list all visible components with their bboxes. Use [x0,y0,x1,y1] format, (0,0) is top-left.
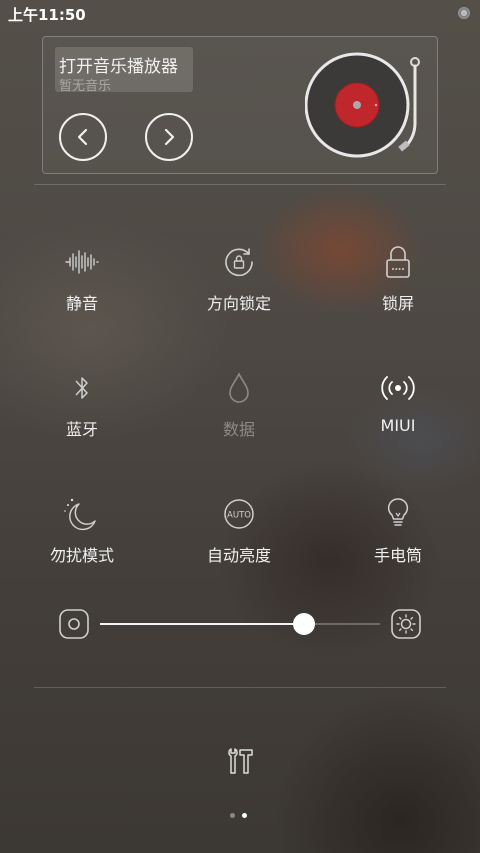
status-time: 上午11:50 [8,6,86,24]
brightness-slider-fill [100,623,305,625]
toggle-hotspot[interactable]: MIUI [328,366,468,466]
toggle-label: 方向锁定 [206,294,271,313]
music-title: 打开音乐播放器 [59,57,178,77]
brightness-low-icon [59,609,89,639]
toggle-flashlight[interactable]: 手电筒 [328,492,468,592]
page-indicator [230,813,247,818]
prev-button[interactable] [59,113,107,161]
vinyl-record-icon[interactable] [305,51,427,163]
toggle-label: 手电筒 [373,546,422,565]
toggle-label: 勿扰模式 [49,546,114,565]
toggle-do-not-disturb[interactable]: 勿扰模式 [12,492,152,592]
toggle-mute[interactable]: 静音 [12,240,152,340]
toggle-auto-brightness[interactable]: AUTO 自动亮度 [169,492,309,592]
top-divider [34,184,446,185]
toggle-data[interactable]: 数据 [169,366,309,466]
music-widget: 打开音乐播放器 暂无音乐 [42,36,438,174]
status-indicator-icon [458,7,470,19]
bluetooth-icon [75,377,88,399]
chevron-right-icon [164,128,175,146]
bottom-divider [34,687,446,688]
toggle-label: 自动亮度 [206,546,271,565]
brightness-slider[interactable] [100,613,380,635]
toggle-rotation-lock[interactable]: 方向锁定 [169,240,309,340]
toggle-label: 锁屏 [381,294,414,313]
toggle-label: 数据 [222,420,255,439]
hotspot-icon [381,376,415,400]
flashlight-icon [387,498,409,526]
page-dot [230,813,235,818]
toggle-label: 蓝牙 [65,420,98,439]
page-dot [242,813,247,818]
lock-icon [386,246,410,278]
toggle-bluetooth[interactable]: 蓝牙 [12,366,152,466]
next-button[interactable] [145,113,193,161]
svg-text:AUTO: AUTO [227,511,251,521]
auto-brightness-icon: AUTO [224,499,254,529]
toggle-lock-screen[interactable]: 锁屏 [328,240,468,340]
moon-icon [64,498,96,531]
tools-icon[interactable] [226,746,254,776]
music-subtitle: 暂无音乐 [59,79,112,94]
data-drop-icon [229,372,249,403]
brightness-high-icon [391,609,421,639]
chevron-left-icon [77,128,88,146]
mute-waveform-icon [65,250,99,274]
rotation-lock-icon [225,248,253,277]
open-music-player-button[interactable]: 打开音乐播放器 暂无音乐 [55,47,193,94]
toggle-label: MIUI [380,416,416,435]
toggle-label: 静音 [65,294,98,313]
